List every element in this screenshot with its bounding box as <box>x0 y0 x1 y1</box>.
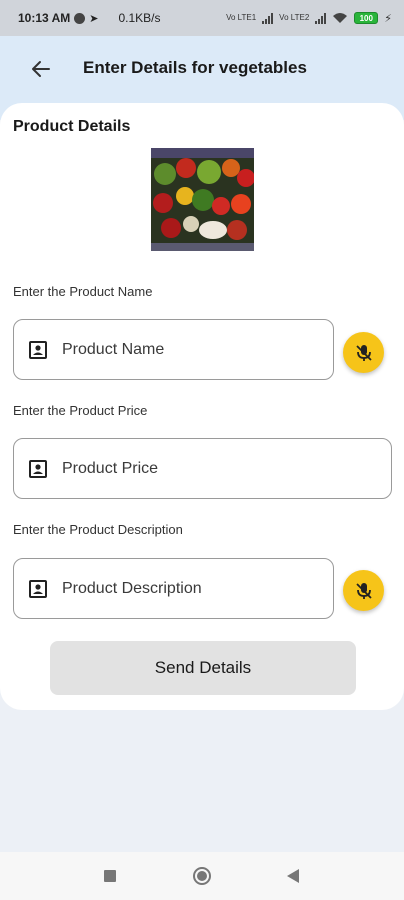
home-icon <box>197 871 207 881</box>
product-name-label: Enter the Product Name <box>13 284 153 299</box>
page-title: Enter Details for vegetables <box>83 58 307 77</box>
network-speed: 0.1KB/s <box>118 11 161 25</box>
system-nav-bar <box>0 852 404 900</box>
send-details-button[interactable]: Send Details <box>50 641 356 695</box>
wifi-icon <box>333 13 348 23</box>
product-image <box>151 148 254 251</box>
status-time: 10:13 AM <box>18 11 71 25</box>
signal-icon-2 <box>315 12 327 24</box>
mic-off-icon <box>355 582 372 599</box>
telegram-icon: ➤ <box>89 12 99 25</box>
product-description-field[interactable] <box>13 558 334 619</box>
product-description-input[interactable] <box>62 573 322 605</box>
volte-1-label: Vo LTE1 <box>226 13 257 22</box>
portrait-icon <box>29 580 47 598</box>
portrait-icon <box>29 460 47 478</box>
product-price-label: Enter the Product Price <box>13 403 148 418</box>
back-button[interactable] <box>24 54 58 84</box>
volte-2-label: Vo LTE2 <box>279 13 310 22</box>
system-back-button[interactable] <box>287 869 299 883</box>
recents-button[interactable] <box>104 870 116 882</box>
mic-button-name[interactable] <box>343 332 384 373</box>
app-notification-icon <box>74 12 86 24</box>
portrait-icon <box>29 341 47 359</box>
mic-button-description[interactable] <box>343 570 384 611</box>
signal-icon-1 <box>262 12 274 24</box>
product-name-input[interactable] <box>62 334 322 366</box>
charging-icon: ⚡ <box>384 12 392 25</box>
app-bar: Enter Details for vegetables <box>0 36 404 102</box>
product-price-input[interactable] <box>62 453 322 485</box>
status-bar: 10:13 AM ➤ 0.1KB/s Vo LTE1 Vo LTE2 100 ⚡ <box>0 0 404 36</box>
product-price-field[interactable] <box>13 438 392 499</box>
product-description-label: Enter the Product Description <box>13 522 183 537</box>
section-title: Product Details <box>13 118 131 135</box>
product-details-card: Product Details Enter the Product Name P… <box>0 103 404 710</box>
mic-off-icon <box>355 344 372 361</box>
home-button[interactable] <box>193 867 211 885</box>
vegetables-photo <box>151 148 254 251</box>
battery-icon: 100 <box>354 12 379 24</box>
arrow-left-icon <box>32 61 50 77</box>
product-name-field[interactable] <box>13 319 334 380</box>
